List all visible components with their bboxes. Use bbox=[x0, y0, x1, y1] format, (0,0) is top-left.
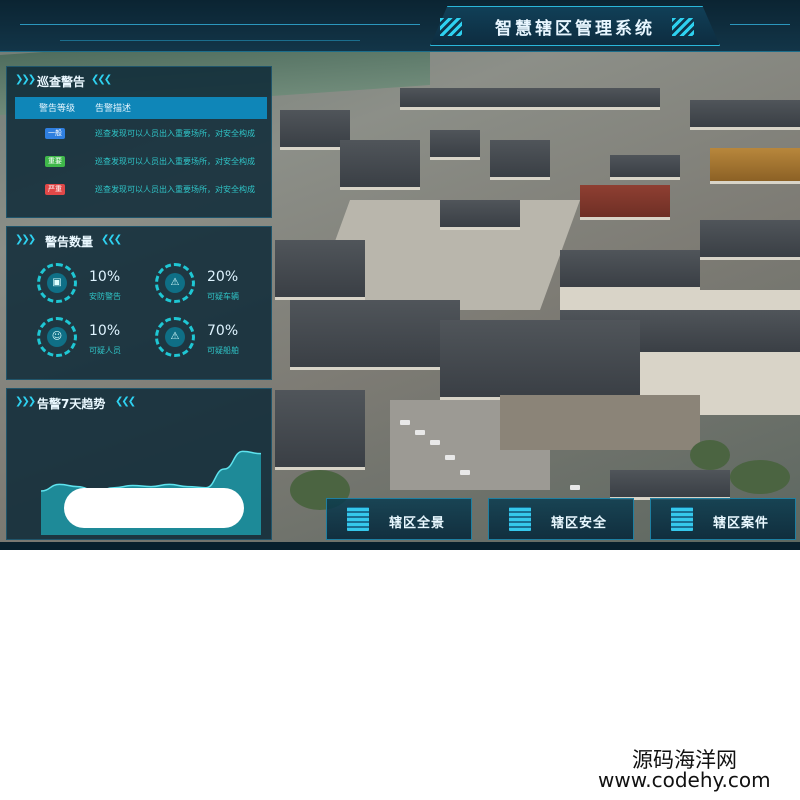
car bbox=[570, 485, 580, 490]
footer-strip bbox=[0, 542, 800, 550]
stat-label: 安防警告 bbox=[89, 292, 121, 301]
column-header-level: 警告等级 bbox=[39, 104, 76, 114]
page-title: 智慧辖区管理系统 bbox=[495, 19, 655, 39]
car bbox=[400, 420, 410, 425]
column-header-description: 告警描述 bbox=[95, 104, 132, 114]
panel-header: ❯❯❯ 警告数量 ❮❮❮ bbox=[7, 227, 271, 253]
chevron-right-icon: ❯❯❯ bbox=[15, 234, 36, 245]
redacted-area bbox=[64, 488, 244, 528]
building bbox=[700, 220, 800, 260]
building-wall bbox=[500, 395, 700, 450]
chevron-right-icon: ❯❯❯ bbox=[15, 74, 36, 85]
alert-description: 巡查发现可以人员出入重要场所，对安全构成 bbox=[95, 157, 255, 166]
ring-gauge: ☺ bbox=[37, 317, 77, 357]
table-row[interactable]: 重要 巡查发现可以人员出入重要场所，对安全构成 bbox=[15, 151, 267, 173]
header-decor-line bbox=[730, 24, 790, 25]
tree bbox=[690, 440, 730, 470]
warning-count-panel: ❯❯❯ 警告数量 ❮❮❮ ▣ 10% 安防警告 ⚠ 20% 可疑车辆 ☺ 10%… bbox=[6, 226, 272, 380]
building bbox=[440, 320, 640, 400]
stat-label: 可疑船舶 bbox=[207, 346, 239, 355]
ring-gauge: ▣ bbox=[37, 263, 77, 303]
watermark-url: www.codehy.com bbox=[598, 768, 771, 792]
building-icon bbox=[347, 507, 369, 531]
car bbox=[460, 470, 470, 475]
table-row[interactable]: 一般 巡查发现可以人员出入重要场所，对安全构成 bbox=[15, 123, 267, 145]
temple-building bbox=[710, 148, 800, 184]
person-icon: ☺ bbox=[47, 327, 67, 347]
ring-gauge: ⚠ bbox=[155, 317, 195, 357]
building bbox=[690, 100, 800, 130]
car bbox=[445, 455, 455, 460]
table-row[interactable]: 严重 巡查发现可以人员出入重要场所，对安全构成 bbox=[15, 179, 267, 201]
building bbox=[580, 185, 670, 220]
level-badge: 一般 bbox=[45, 128, 65, 139]
header-decor-line bbox=[60, 40, 360, 41]
app-window: 智慧辖区管理系统 ❯❯❯ 巡查警告 ❮❮❮ 警告等级 告警描述 一般 巡查发现可… bbox=[0, 0, 800, 550]
nav-button-cases[interactable]: 辖区案件 bbox=[650, 498, 796, 540]
building-icon bbox=[671, 507, 693, 531]
building bbox=[430, 130, 480, 160]
panel-header: ❯❯❯ 巡查警告 ❮❮❮ bbox=[7, 67, 271, 93]
car bbox=[430, 440, 440, 445]
nav-button-security[interactable]: 辖区安全 bbox=[488, 498, 634, 540]
alarm-icon: ⚠ bbox=[165, 327, 185, 347]
stat-value: 10% bbox=[89, 323, 121, 339]
stat-value: 70% bbox=[207, 323, 239, 339]
stat-suspicious-person[interactable]: ☺ 10% 可疑人员 bbox=[37, 317, 157, 367]
building bbox=[560, 250, 700, 290]
nav-button-label: 辖区全景 bbox=[389, 516, 446, 531]
building bbox=[275, 240, 365, 300]
chevron-right-icon: ❯❯❯ bbox=[15, 396, 36, 407]
building bbox=[610, 470, 730, 500]
panel-title: 巡查警告 bbox=[37, 75, 86, 89]
building bbox=[340, 140, 420, 190]
stat-security-warning[interactable]: ▣ 10% 安防警告 bbox=[37, 263, 157, 313]
header-bar: 智慧辖区管理系统 bbox=[0, 0, 800, 52]
building bbox=[490, 140, 550, 180]
level-badge: 严重 bbox=[45, 184, 65, 195]
nav-button-label: 辖区安全 bbox=[551, 516, 608, 531]
alert-description: 巡查发现可以人员出入重要场所，对安全构成 bbox=[95, 129, 255, 138]
building bbox=[440, 200, 520, 230]
panel-title: 告警7天趋势 bbox=[37, 397, 106, 411]
table-header: 警告等级 告警描述 bbox=[15, 97, 267, 119]
tree bbox=[730, 460, 790, 494]
nav-button-overview[interactable]: 辖区全景 bbox=[326, 498, 472, 540]
alert-description: 巡查发现可以人员出入重要场所，对安全构成 bbox=[95, 185, 255, 194]
chevron-left-icon: ❮❮❮ bbox=[115, 396, 136, 407]
building bbox=[610, 155, 680, 180]
alarm-icon: ⚠ bbox=[165, 273, 185, 293]
panel-header: ❯❯❯ 告警7天趋势 ❮❮❮ bbox=[7, 389, 271, 415]
patrol-warning-panel: ❯❯❯ 巡查警告 ❮❮❮ 警告等级 告警描述 一般 巡查发现可以人员出入重要场所… bbox=[6, 66, 272, 218]
level-badge: 重要 bbox=[45, 156, 65, 167]
building bbox=[275, 390, 365, 470]
ring-gauge: ⚠ bbox=[155, 263, 195, 303]
building bbox=[290, 300, 460, 370]
header-decor-line bbox=[20, 24, 420, 25]
building bbox=[400, 88, 660, 110]
building-icon bbox=[509, 507, 531, 531]
stat-label: 可疑车辆 bbox=[207, 292, 239, 301]
chevron-left-icon: ❮❮❮ bbox=[101, 234, 122, 245]
door-lock-icon: ▣ bbox=[47, 273, 67, 293]
panel-title: 警告数量 bbox=[45, 235, 94, 249]
stat-suspicious-vessel[interactable]: ⚠ 70% 可疑船舶 bbox=[155, 317, 275, 367]
chevron-left-icon: ❮❮❮ bbox=[91, 74, 112, 85]
stat-suspicious-vehicle[interactable]: ⚠ 20% 可疑车辆 bbox=[155, 263, 275, 313]
stat-value: 20% bbox=[207, 269, 239, 285]
stat-label: 可疑人员 bbox=[89, 346, 121, 355]
nav-button-label: 辖区案件 bbox=[713, 516, 770, 531]
car bbox=[415, 430, 425, 435]
stat-value: 10% bbox=[89, 269, 121, 285]
